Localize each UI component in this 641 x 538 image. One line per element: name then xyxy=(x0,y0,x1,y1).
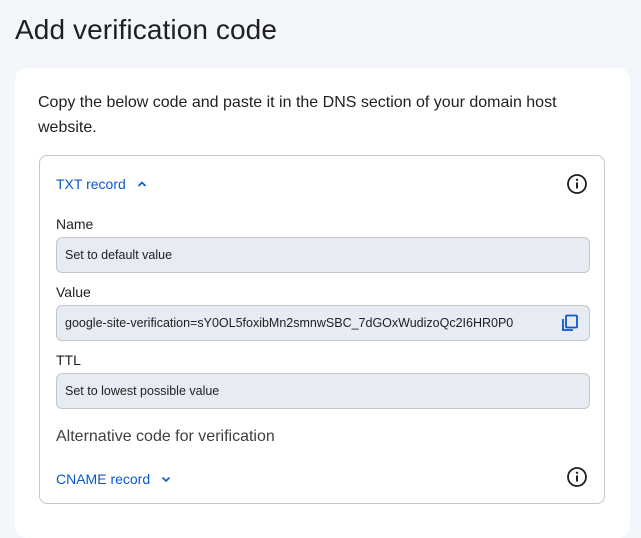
record-box: TXT record Name Value xyxy=(39,155,605,504)
page-title: Add verification code xyxy=(15,14,278,45)
chevron-up-icon xyxy=(136,178,148,190)
value-field[interactable] xyxy=(56,305,590,341)
chevron-down-icon xyxy=(160,473,172,485)
value-label: Value xyxy=(56,284,91,300)
copy-icon[interactable] xyxy=(561,314,579,332)
ttl-label: TTL xyxy=(56,352,81,368)
name-field[interactable] xyxy=(56,237,590,273)
alternative-heading: Alternative code for verification xyxy=(56,428,275,445)
ttl-input[interactable] xyxy=(57,374,589,408)
instructions-text: Copy the below code and paste it in the … xyxy=(38,94,557,136)
txt-record-toggle[interactable]: TXT record xyxy=(56,176,148,192)
info-icon[interactable] xyxy=(566,173,588,195)
verification-card: Copy the below code and paste it in the … xyxy=(15,68,630,538)
cname-record-label: CNAME record xyxy=(56,471,151,487)
cname-record-toggle[interactable]: CNAME record xyxy=(56,471,172,487)
name-label: Name xyxy=(56,216,94,232)
txt-record-label: TXT record xyxy=(56,176,126,192)
ttl-field[interactable] xyxy=(56,373,590,409)
value-input[interactable] xyxy=(57,306,589,340)
cname-info-icon[interactable] xyxy=(566,466,588,488)
name-input[interactable] xyxy=(57,238,589,272)
